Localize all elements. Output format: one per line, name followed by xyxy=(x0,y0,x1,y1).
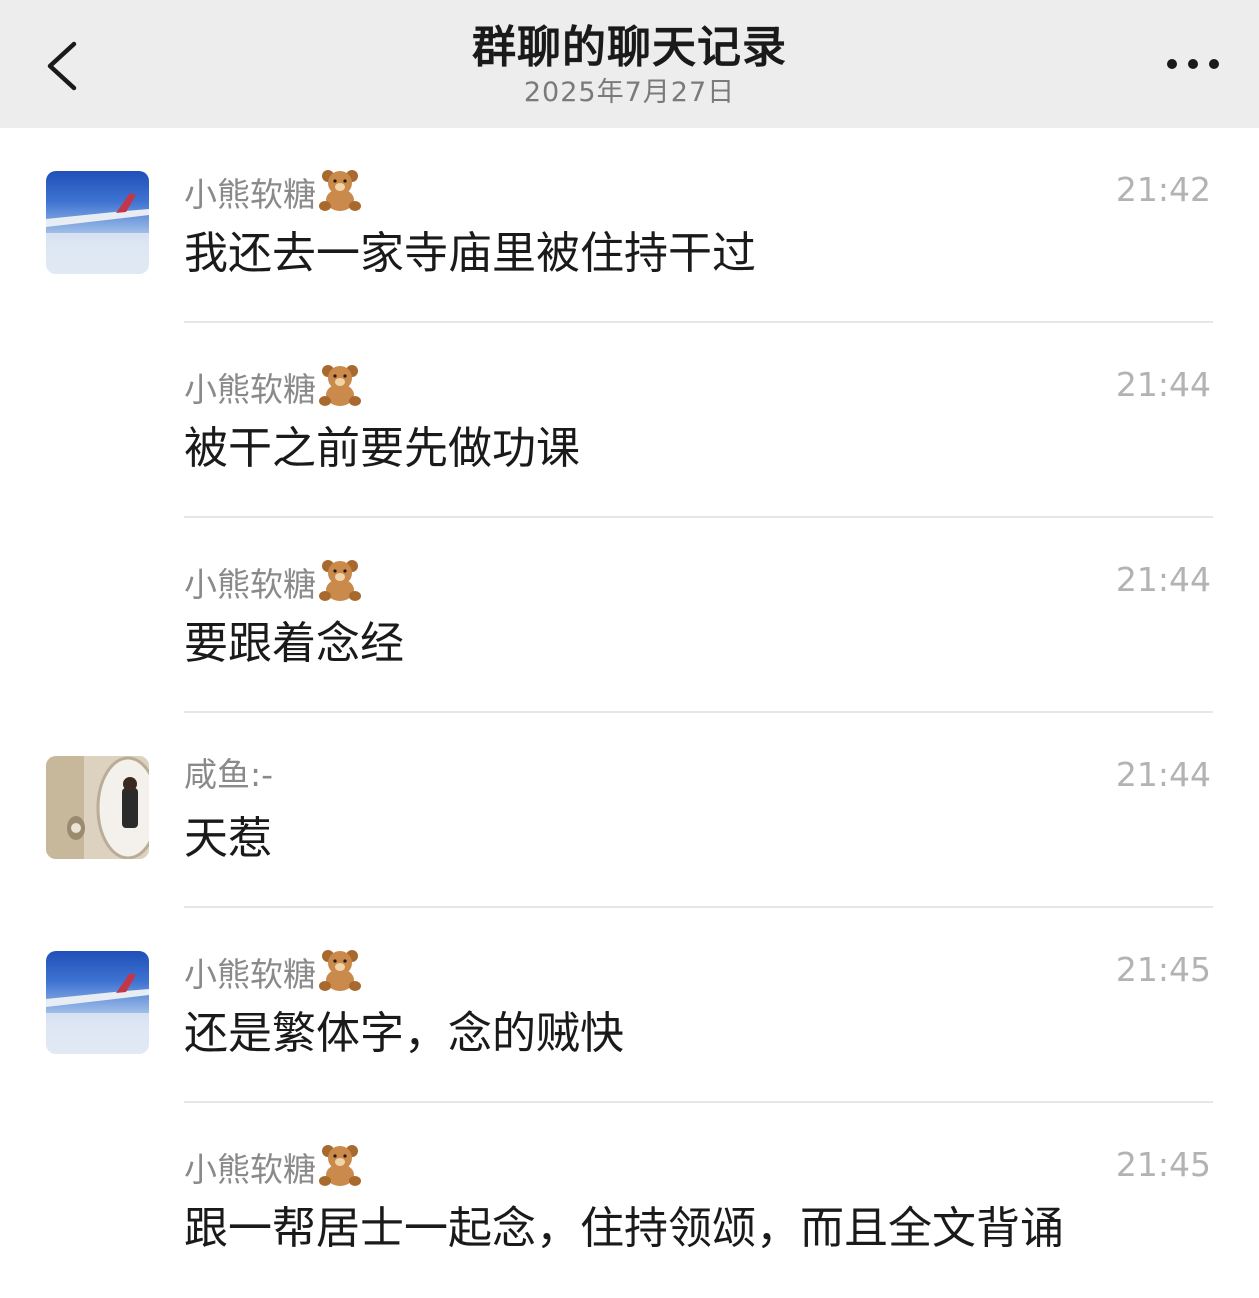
avatar[interactable] xyxy=(46,171,149,274)
more-dots-icon xyxy=(1167,59,1177,69)
teddy-bear-icon xyxy=(319,950,361,991)
mirror-selfie-avatar xyxy=(46,756,149,859)
teddy-bear-icon xyxy=(319,170,361,211)
teddy-bear-icon xyxy=(319,365,361,406)
list-item[interactable]: 小熊软糖 21:44 被干之前要先做功课 xyxy=(0,323,1259,518)
chat-history-list[interactable]: 小熊软糖 21:42 我还去一家寺庙里被住持干过 小熊软糖 21:44 被干之前… xyxy=(0,128,1259,1298)
message-text[interactable]: 还是繁体字，念的贼快 xyxy=(184,1006,624,1062)
more-button[interactable] xyxy=(1163,50,1223,80)
page-subtitle-date: 2025年7月27日 xyxy=(523,77,736,108)
avatar[interactable] xyxy=(46,951,149,1054)
message-time: 21:45 xyxy=(1115,950,1211,989)
message-time: 21:44 xyxy=(1115,755,1211,794)
sender-name: 小熊软糖 xyxy=(184,558,362,607)
message-time: 21:44 xyxy=(1115,560,1211,599)
list-item[interactable]: 小熊软糖 21:45 跟一帮居士一起念，住持领颂，而且全文背诵 xyxy=(0,1103,1259,1298)
sender-name: 小熊软糖 xyxy=(184,168,362,217)
list-item[interactable]: 咸鱼:- 21:44 天惹 xyxy=(0,713,1259,908)
avatar[interactable] xyxy=(46,756,149,859)
message-time: 21:45 xyxy=(1115,1145,1211,1184)
page-title: 群聊的聊天记录 xyxy=(472,22,787,73)
message-time: 21:44 xyxy=(1115,365,1211,404)
teddy-bear-icon xyxy=(319,560,361,601)
sender-name: 小熊软糖 xyxy=(184,948,362,997)
list-item[interactable]: 小熊软糖 21:45 还是繁体字，念的贼快 xyxy=(0,908,1259,1103)
message-text[interactable]: 我还去一家寺庙里被住持干过 xyxy=(184,226,756,282)
list-item[interactable]: 小熊软糖 21:42 我还去一家寺庙里被住持干过 xyxy=(0,128,1259,323)
sender-name: 小熊软糖 xyxy=(184,1143,362,1192)
message-text[interactable]: 被干之前要先做功课 xyxy=(184,421,580,477)
sender-name: 咸鱼:- xyxy=(184,755,274,794)
title-block: 群聊的聊天记录 2025年7月27日 xyxy=(0,18,1259,108)
message-time: 21:42 xyxy=(1115,170,1211,209)
airplane-wing-avatar xyxy=(46,973,149,1054)
message-text[interactable]: 要跟着念经 xyxy=(184,616,404,672)
list-item[interactable]: 小熊软糖 21:44 要跟着念经 xyxy=(0,518,1259,713)
message-text[interactable]: 天惹 xyxy=(184,811,272,867)
teddy-bear-icon xyxy=(319,1145,361,1186)
airplane-wing-avatar xyxy=(46,193,149,274)
message-text[interactable]: 跟一帮居士一起念，住持领颂，而且全文背诵 xyxy=(184,1201,1064,1257)
sender-name: 小熊软糖 xyxy=(184,363,362,412)
nav-bar: 群聊的聊天记录 2025年7月27日 xyxy=(0,0,1259,128)
